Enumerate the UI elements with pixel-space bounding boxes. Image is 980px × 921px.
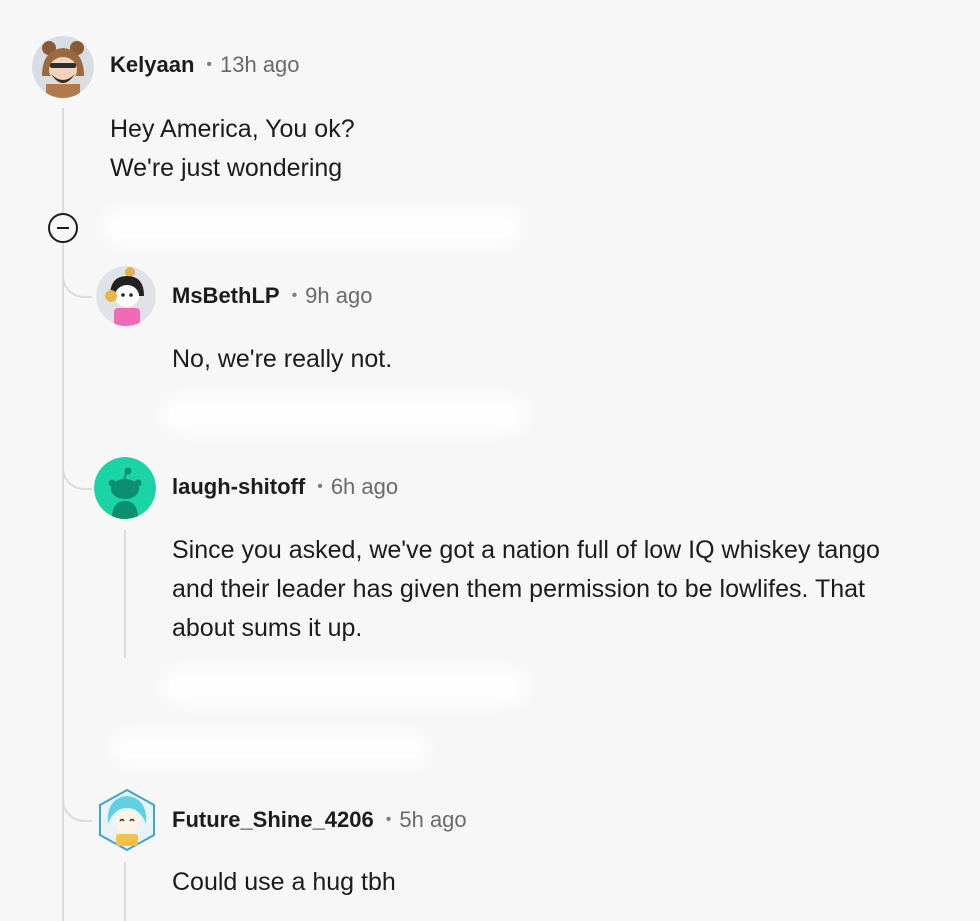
comment-body: Could use a hug tbh bbox=[172, 863, 396, 902]
comment-body: Hey America, You ok? We're just wonderin… bbox=[110, 110, 355, 188]
username[interactable]: Future_Shine_4206 bbox=[172, 807, 374, 833]
comment-line: We're just wondering bbox=[110, 154, 343, 182]
blurred-action-bar bbox=[170, 404, 520, 426]
separator-dot: • bbox=[206, 56, 212, 73]
thread-connector bbox=[62, 258, 92, 298]
timestamp[interactable]: 13h ago bbox=[220, 52, 300, 78]
thread-connector bbox=[62, 450, 92, 490]
comment-line: Since you asked, we've got a nation full… bbox=[172, 536, 880, 564]
comment-line: about sums it up. bbox=[172, 614, 363, 642]
timestamp[interactable]: 5h ago bbox=[399, 807, 466, 833]
blurred-action-bar bbox=[170, 676, 520, 698]
separator-dot: • bbox=[385, 811, 392, 828]
thread-connector bbox=[62, 782, 92, 822]
comment-meta: Future_Shine_4206 • 5h ago bbox=[172, 807, 467, 833]
separator-dot: • bbox=[317, 478, 323, 495]
avatar[interactable] bbox=[32, 36, 94, 98]
thread-line-reply bbox=[124, 530, 126, 658]
timestamp[interactable]: 6h ago bbox=[331, 474, 398, 500]
username[interactable]: laugh-shitoff bbox=[172, 474, 305, 500]
comment-meta: MsBethLP • 9h ago bbox=[172, 283, 372, 309]
blurred-action-bar bbox=[110, 216, 515, 238]
timestamp[interactable]: 9h ago bbox=[305, 283, 372, 309]
comment-line: Hey America, You ok? bbox=[110, 115, 355, 143]
comment-line: No, we're really not. bbox=[172, 345, 393, 373]
username[interactable]: MsBethLP bbox=[172, 283, 280, 309]
username[interactable]: Kelyaan bbox=[110, 52, 194, 78]
separator-dot: • bbox=[291, 287, 298, 304]
avatar[interactable] bbox=[96, 788, 158, 852]
comment-line: Could use a hug tbh bbox=[172, 868, 396, 896]
minus-circle-icon bbox=[57, 227, 69, 229]
comment-meta: laugh-shitoff • 6h ago bbox=[172, 474, 398, 500]
comment-meta: Kelyaan • 13h ago bbox=[110, 52, 300, 78]
thread-line-reply bbox=[124, 862, 126, 921]
collapse-thread-button[interactable] bbox=[48, 213, 78, 243]
comment-body: Since you asked, we've got a nation full… bbox=[172, 531, 880, 648]
comment-line: and their leader has given them permissi… bbox=[172, 575, 865, 603]
avatar[interactable] bbox=[94, 457, 156, 519]
blurred-reply-preview bbox=[120, 740, 420, 758]
avatar[interactable] bbox=[96, 266, 156, 326]
comment-body: No, we're really not. bbox=[172, 340, 392, 379]
